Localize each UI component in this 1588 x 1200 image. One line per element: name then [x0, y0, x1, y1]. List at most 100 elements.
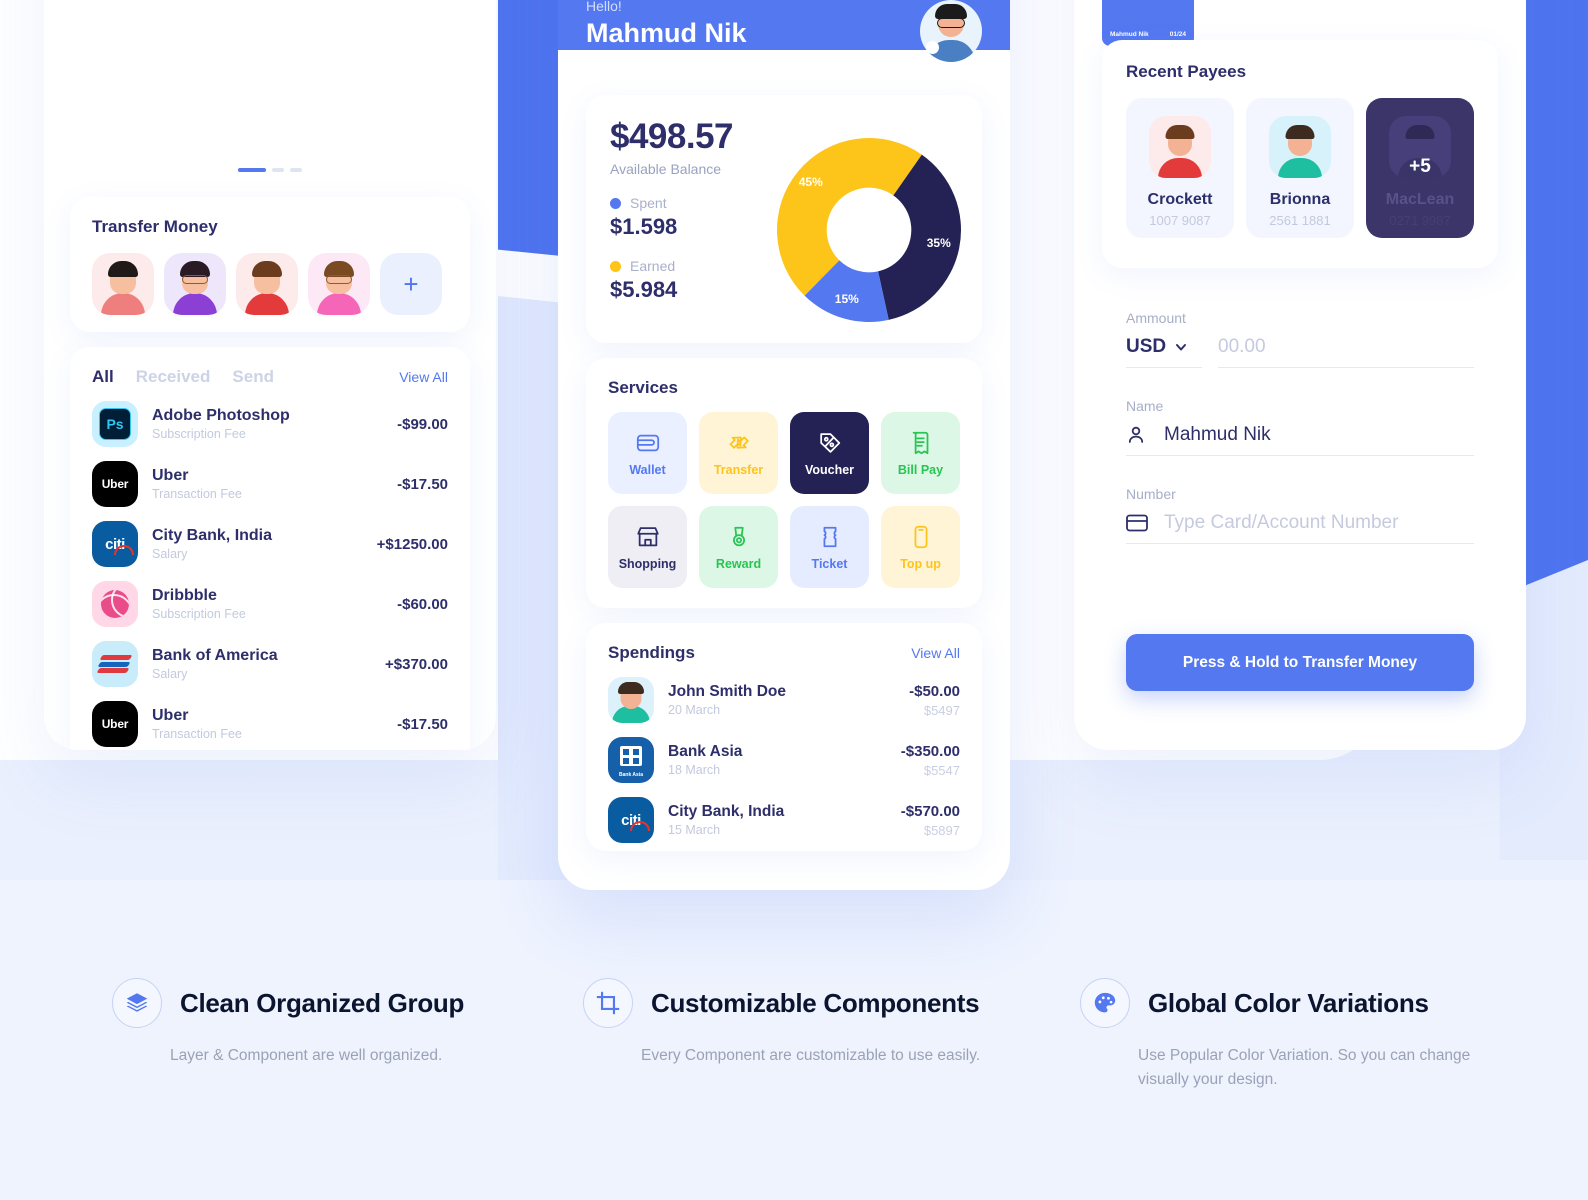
spending-row[interactable]: Bank Asia Bank Asia 18 March -$350.00 $5547 — [608, 737, 960, 783]
credit-card-icon — [1126, 514, 1150, 532]
card-carousel-indicator[interactable] — [44, 168, 496, 172]
number-input-wrap[interactable]: Type Card/Account Number — [1126, 512, 1474, 544]
transaction-amount: +$1250.00 — [376, 535, 448, 553]
wallet-icon — [636, 434, 659, 451]
transaction-row[interactable]: citi City Bank, India Salary +$1250.00 — [92, 521, 448, 567]
spendings-header: Spendings View All — [608, 643, 960, 663]
payee-number: 0271 9987 — [1389, 213, 1451, 228]
feature-description: Every Component are customizable to use … — [641, 1047, 981, 1064]
transaction-category: Salary — [152, 547, 188, 561]
services-card: Services Wallet Transfer Voucher Bill Pay Sh… — [586, 358, 982, 608]
service-label: Reward — [715, 556, 762, 571]
service-tile-shopping[interactable]: Shopping — [608, 506, 687, 588]
transfer-money-panel: Transfer Money + — [70, 197, 470, 332]
palette-icon — [1080, 978, 1130, 1028]
uber-icon: Uber — [92, 461, 138, 507]
feature-description: Layer & Component are well organized. — [170, 1047, 443, 1064]
tab-send[interactable]: Send — [232, 367, 274, 387]
payee-card[interactable]: +5 MacLean 0271 9987 — [1366, 98, 1474, 238]
service-label: Wallet — [629, 462, 666, 477]
service-label: Voucher — [804, 462, 855, 477]
feature-global-color-variations: Global Color Variations Use Popular Colo… — [1080, 978, 1510, 1092]
spendings-view-all-link[interactable]: View All — [911, 645, 960, 661]
spendings-card: Spendings View All John Smith Doe 20 Marc… — [586, 623, 982, 851]
transfer-contact-avatar[interactable] — [92, 253, 154, 315]
transactions-panel: All Received Send View All Ps Adobe Photo… — [70, 347, 470, 750]
transaction-row[interactable]: Ps Adobe Photoshop Subscription Fee -$99.00 — [92, 401, 448, 447]
amount-input-wrap[interactable]: 00.00 — [1218, 336, 1474, 368]
transaction-category: Transaction Fee — [152, 487, 242, 501]
transaction-name: Adobe Photoshop — [152, 407, 290, 424]
service-label: Bill Pay — [897, 462, 944, 477]
chevron-down-icon — [1176, 344, 1187, 351]
currency-select[interactable]: USD — [1126, 336, 1202, 368]
transfer-icon — [729, 436, 749, 449]
transfer-contact-avatar[interactable] — [164, 253, 226, 315]
donut-segment-label: 45% — [798, 175, 823, 190]
add-contact-button[interactable]: + — [380, 253, 442, 315]
legend-label-earned: Earned — [630, 258, 676, 274]
transaction-amount: +$370.00 — [385, 655, 448, 673]
user-avatar[interactable] — [920, 0, 982, 62]
amount-input[interactable]: 00.00 — [1218, 336, 1266, 358]
transaction-tabs: All Received Send View All — [92, 367, 448, 387]
person-icon — [1126, 425, 1150, 445]
donut-segment-label: 15% — [834, 292, 859, 307]
payee-card[interactable]: Brionna 2561 1881 — [1246, 98, 1354, 238]
service-tile-reward[interactable]: Reward — [699, 506, 778, 588]
service-tile-top-up[interactable]: Top up — [881, 506, 960, 588]
service-tile-wallet[interactable]: Wallet — [608, 412, 687, 494]
transaction-name: Dribbble — [152, 587, 217, 604]
service-tile-bill-pay[interactable]: Bill Pay — [881, 412, 960, 494]
spending-row[interactable]: John Smith Doe 20 March -$50.00 $5497 — [608, 677, 960, 723]
spendings-list: John Smith Doe 20 March -$50.00 $5497 Bank A… — [608, 677, 960, 843]
spending-date: 20 March — [668, 703, 721, 717]
recent-payees-card: Recent Payees Crockett 1007 9087 Brionna 25… — [1102, 40, 1498, 268]
citi-icon: citi — [92, 521, 138, 567]
transaction-list: Ps Adobe Photoshop Subscription Fee -$99.00… — [92, 401, 448, 747]
spending-name: City Bank, India — [668, 803, 785, 820]
name-input[interactable]: Mahmud Nik — [1164, 424, 1271, 446]
service-tile-transfer[interactable]: Transfer — [699, 412, 778, 494]
service-label: Shopping — [618, 556, 677, 571]
service-label: Top up — [900, 556, 941, 571]
tab-all[interactable]: All — [92, 367, 114, 387]
transaction-amount: -$17.50 — [397, 715, 448, 733]
payee-number: 1007 9087 — [1149, 213, 1211, 228]
shopping-icon — [636, 526, 659, 546]
topup-icon — [914, 525, 927, 548]
transactions-view-all-link[interactable]: View All — [399, 369, 448, 385]
service-tile-ticket[interactable]: Ticket — [790, 506, 869, 588]
spending-row[interactable]: citi City Bank, India 15 March -$570.00 $589… — [608, 797, 960, 843]
transfer-contact-avatar[interactable] — [308, 253, 370, 315]
legend-dot-spent — [610, 197, 621, 209]
feature-clean-organized-group: Clean Organized Group Layer & Component … — [112, 978, 532, 1068]
photoshop-icon: Ps — [92, 401, 138, 447]
payee-card[interactable]: Crockett 1007 9087 — [1126, 98, 1234, 238]
reward-icon — [732, 526, 745, 546]
transfer-money-button[interactable]: Press & Hold to Transfer Money — [1126, 634, 1474, 691]
transfer-contact-avatar[interactable] — [236, 253, 298, 315]
transaction-row[interactable]: Uber Uber Transaction Fee -$17.50 — [92, 701, 448, 747]
name-input-wrap[interactable]: Mahmud Nik — [1126, 424, 1474, 456]
amount-label: Ammount — [1126, 310, 1186, 326]
number-input[interactable]: Type Card/Account Number — [1164, 512, 1398, 534]
transaction-row[interactable]: Uber Uber Transaction Fee -$17.50 — [92, 461, 448, 507]
crop-icon — [583, 978, 633, 1028]
service-label: Transfer — [713, 462, 764, 477]
service-tile-voucher[interactable]: Voucher — [790, 412, 869, 494]
user-name: Mahmud Nik — [586, 18, 747, 48]
service-label: Ticket — [811, 556, 848, 571]
transaction-name: Bank of America — [152, 647, 278, 664]
transaction-row[interactable]: Bank of America Salary +$370.00 — [92, 641, 448, 687]
currency-value: USD — [1126, 336, 1167, 357]
spending-amount: -$50.00 — [909, 682, 960, 700]
payee-number: 2561 1881 — [1269, 213, 1331, 228]
payee-name: MacLean — [1385, 191, 1455, 208]
tab-received[interactable]: Received — [136, 367, 211, 387]
transaction-row[interactable]: Dribbble Subscription Fee -$60.00 — [92, 581, 448, 627]
spending-name: John Smith Doe — [668, 683, 786, 700]
feature-title: Customizable Components — [651, 987, 980, 1018]
payee-name: Crockett — [1147, 191, 1213, 208]
transaction-category: Transaction Fee — [152, 727, 242, 741]
